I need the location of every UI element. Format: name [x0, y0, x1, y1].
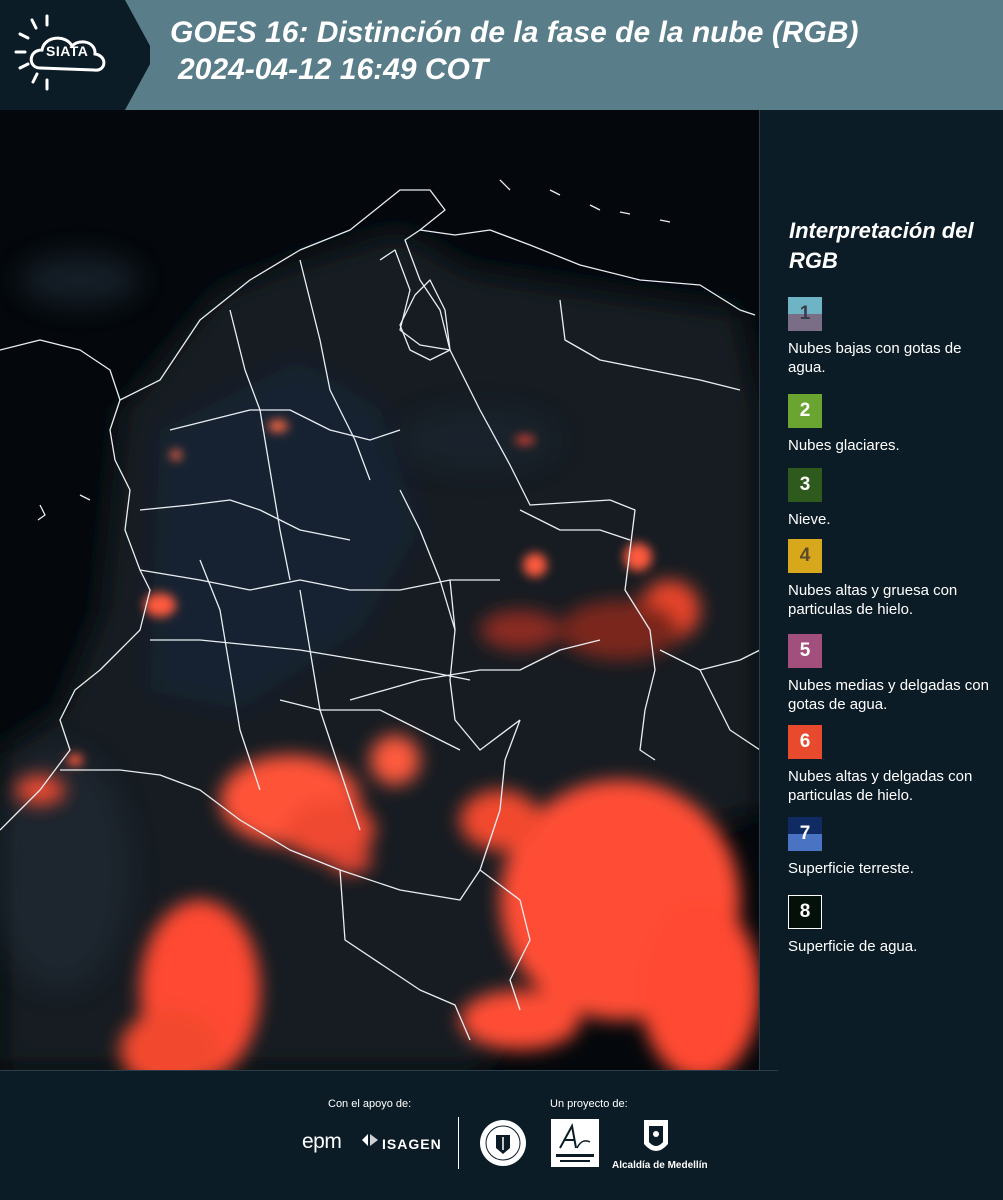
legend-label-4: Nubes altas y gruesa con particulas de h…	[788, 582, 958, 618]
medellin-shield-icon	[644, 1120, 668, 1151]
satellite-map	[0, 110, 760, 1070]
swatch-4: 4	[788, 539, 822, 573]
logo-text: SIATA	[46, 43, 89, 59]
alcaldia-text: Alcaldía de Medellín	[612, 1160, 708, 1171]
legend-label-2: Nubes glaciares.	[788, 437, 900, 454]
legend-title: Interpretación del RGB	[789, 218, 974, 273]
title-line-2: 2024-04-12 16:49 COT	[178, 53, 489, 86]
support-caption: Con el apoyo de:	[328, 1098, 412, 1110]
isagen-icon	[362, 1134, 378, 1146]
seal-icon	[480, 1120, 526, 1166]
legend-panel: Interpretación del RGB 1 Nubes bajas con…	[760, 110, 1003, 1070]
legend-label-6: Nubes altas y delgadas con particulas de…	[788, 768, 973, 804]
swatch-6: 6	[788, 725, 822, 759]
legend-label-5: Nubes medias y delgadas con gotas de agu…	[788, 677, 989, 713]
swatch-2: 2	[788, 394, 822, 428]
footer-divider	[0, 1070, 778, 1071]
page-title: GOES 16: Distinción de la fase de la nub…	[170, 14, 990, 88]
legend-label-7: Superficie terreste.	[788, 860, 914, 877]
swatch-7: 7	[788, 817, 822, 851]
swatch-3: 3	[788, 468, 822, 502]
epm-logo: epm	[302, 1130, 342, 1153]
area-metropolitana-logo	[551, 1119, 599, 1167]
footer: Con el apoyo de: Un proyecto de: epm ISA…	[0, 1070, 1003, 1200]
legend-label-3: Nieve.	[788, 511, 831, 528]
title-line-1: GOES 16: Distinción de la fase de la nub…	[170, 16, 859, 49]
siata-logo: SIATA	[0, 0, 150, 110]
isagen-logo: ISAGEN	[382, 1136, 442, 1152]
swatch-5: 5	[788, 634, 822, 668]
header: SIATA GOES 16: Distinción de la fase de …	[0, 0, 1003, 110]
sponsor-divider	[458, 1117, 459, 1169]
swatch-8: 8	[788, 895, 822, 929]
legend-label-1: Nubes bajas con gotas de agua.	[788, 340, 962, 376]
legend-label-8: Superficie de agua.	[788, 938, 918, 955]
swatch-1: 1	[788, 297, 822, 331]
project-caption: Un proyecto de:	[550, 1098, 628, 1110]
